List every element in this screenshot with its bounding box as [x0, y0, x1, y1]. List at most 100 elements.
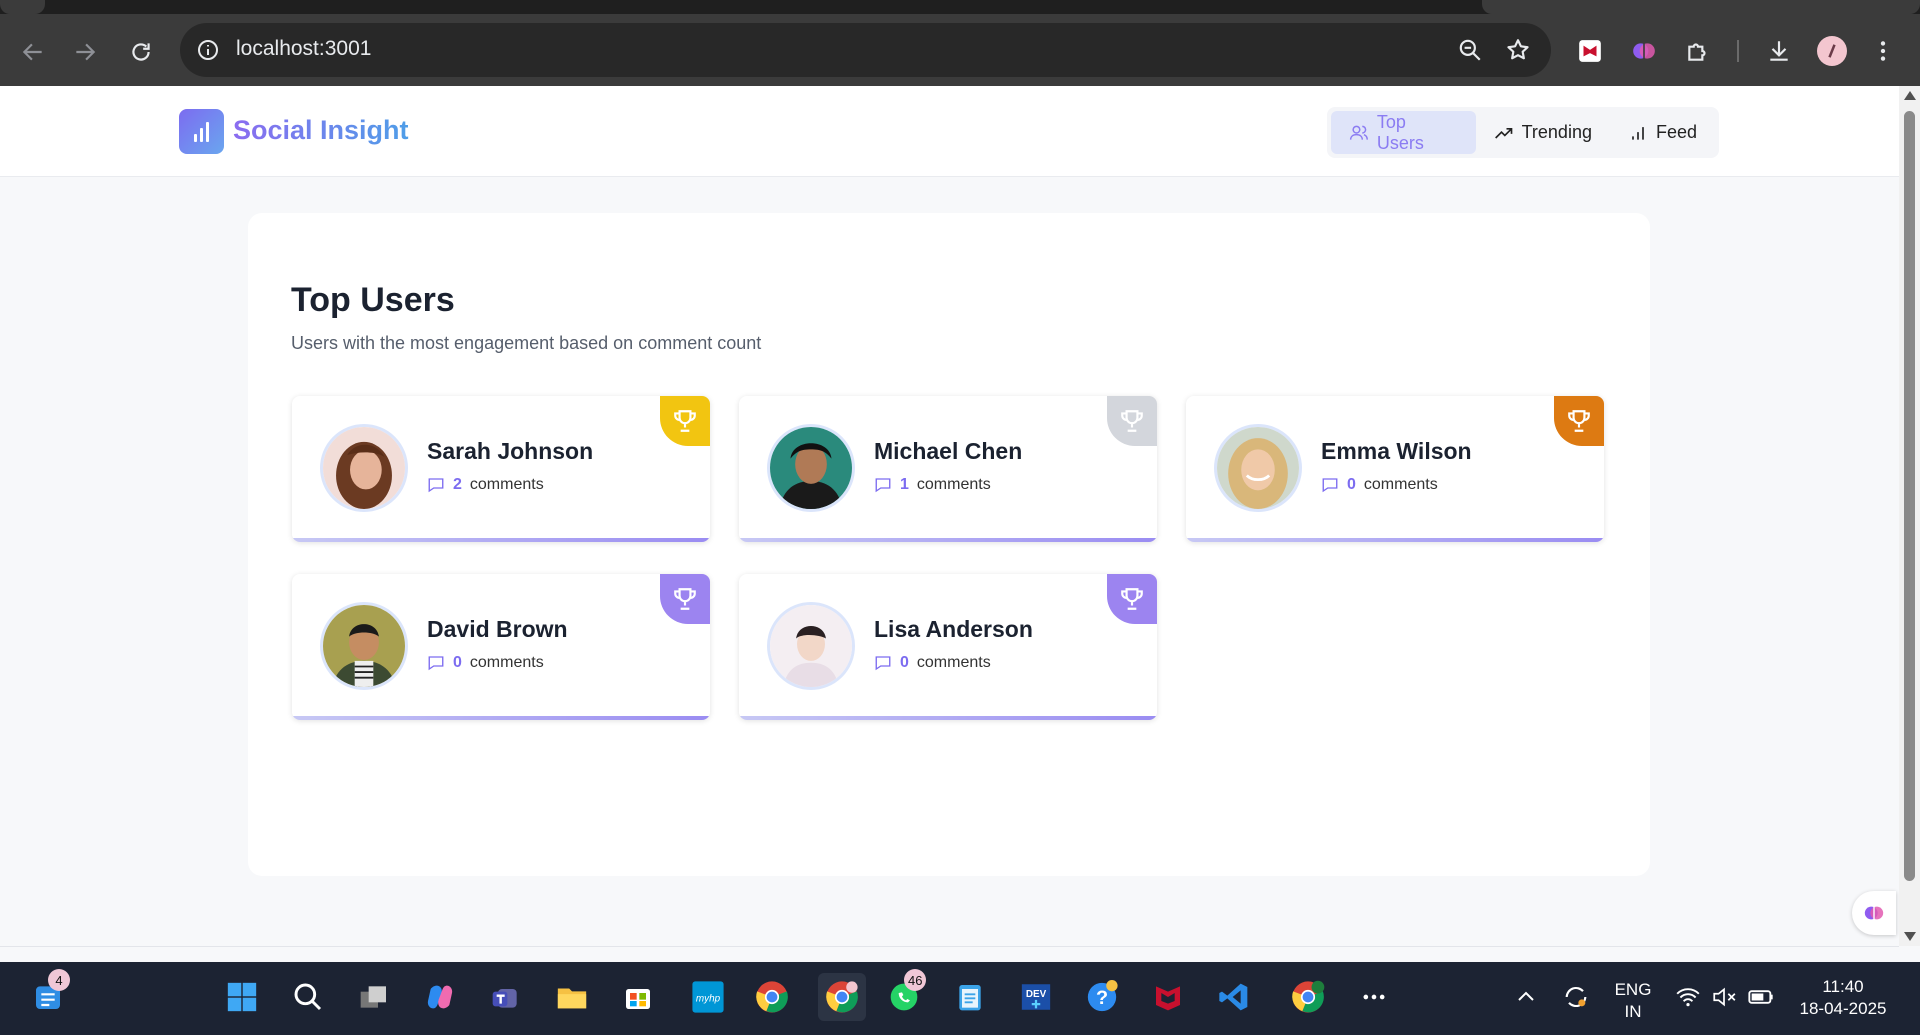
start-windows-icon[interactable] — [222, 977, 262, 1017]
trophy-icon — [1107, 574, 1157, 624]
microsoft-store-icon[interactable] — [618, 977, 658, 1017]
chevron-up-icon[interactable] — [1506, 977, 1546, 1017]
language-indicator[interactable]: ENG IN — [1605, 979, 1661, 1023]
comment-count-value: 1 — [900, 476, 909, 493]
chrome-profile-r-icon[interactable] — [1288, 977, 1328, 1017]
card-accent-bar — [739, 538, 1157, 542]
avatar — [767, 602, 855, 690]
whatsapp-icon[interactable]: 46 — [884, 969, 927, 1017]
avatar — [320, 602, 408, 690]
svg-text:DEV: DEV — [1026, 989, 1047, 1000]
clock-date: 18-04-2025 — [1799, 999, 1887, 1018]
extensions-puzzle-icon[interactable] — [1681, 34, 1715, 68]
scrollbar-thumb[interactable] — [1904, 111, 1915, 881]
page-bottom-strip — [0, 946, 1899, 962]
svg-text:?: ? — [1096, 987, 1108, 1009]
nav-feed[interactable]: Feed — [1610, 111, 1715, 154]
comment-icon — [428, 478, 444, 493]
address-bar[interactable]: localhost:3001 — [180, 23, 1551, 77]
brand-title[interactable]: Social Insight — [233, 115, 409, 146]
browser-tab[interactable] — [0, 0, 45, 14]
nav-trending[interactable]: Trending — [1476, 111, 1610, 154]
clock[interactable]: 11:40 18-04-2025 — [1788, 976, 1898, 1020]
back-button[interactable] — [17, 36, 49, 68]
teams-icon[interactable] — [486, 977, 526, 1017]
vscode-icon[interactable] — [1214, 977, 1254, 1017]
user-name: David Brown — [427, 616, 568, 642]
user-name: Michael Chen — [874, 438, 1023, 464]
browser-menu-icon[interactable] — [1866, 34, 1900, 68]
nav-trending-label: Trending — [1521, 122, 1592, 142]
task-view-icon[interactable] — [354, 977, 394, 1017]
comment-icon — [875, 478, 891, 493]
floating-brain-icon[interactable] — [1852, 891, 1896, 935]
wifi-icon[interactable] — [1668, 977, 1708, 1017]
user-card[interactable]: Lisa Anderson 0 comments — [739, 574, 1157, 720]
windows-taskbar: 4 myhp 46 DEV ? ENG IN 11:40 18-04-2025 — [0, 946, 1920, 1035]
comment-count-unit: comments — [916, 654, 991, 671]
top-users-panel: Top Users Users with the most engagement… — [248, 213, 1650, 876]
page-title: Top Users — [291, 281, 455, 319]
widgets-badge: 4 — [48, 969, 70, 991]
myhp-icon[interactable]: myhp — [688, 977, 728, 1017]
battery-icon[interactable] — [1741, 977, 1781, 1017]
widgets-icon[interactable]: 4 — [28, 969, 70, 1017]
bar-chart-icon — [1632, 126, 1644, 140]
user-card[interactable]: David Brown 0 comments — [292, 574, 710, 720]
mcafee-extension-icon[interactable] — [1573, 34, 1607, 68]
dev-home-icon[interactable]: DEV — [1016, 977, 1056, 1017]
trending-up-icon — [1494, 127, 1512, 139]
language-line2: IN — [1624, 1002, 1642, 1021]
bookmark-star-icon[interactable] — [1505, 37, 1531, 63]
volume-muted-icon[interactable] — [1704, 977, 1744, 1017]
comment-count-unit: comments — [916, 476, 991, 493]
user-card[interactable]: Emma Wilson 0 comments — [1186, 396, 1604, 542]
url-text[interactable]: localhost:3001 — [236, 37, 371, 61]
logo-chart-icon[interactable] — [179, 109, 224, 154]
trophy-icon — [660, 396, 710, 446]
toolbar-divider — [1737, 40, 1739, 62]
comment-count: 2 comments — [427, 476, 544, 494]
comment-count: 0 comments — [1321, 476, 1438, 494]
clock-time: 11:40 — [1822, 977, 1864, 996]
copilot-icon[interactable] — [420, 977, 460, 1017]
file-explorer-icon[interactable] — [552, 977, 592, 1017]
chrome-icon[interactable] — [752, 977, 792, 1017]
comment-count: 1 comments — [874, 476, 991, 494]
page-scrollbar[interactable] — [1899, 86, 1920, 946]
reload-button[interactable] — [125, 36, 157, 68]
card-accent-bar — [1186, 538, 1604, 542]
search-icon[interactable] — [288, 977, 328, 1017]
downloads-icon[interactable] — [1762, 34, 1796, 68]
comment-count-value: 0 — [453, 654, 462, 671]
page-viewport: Social Insight Top Users Trending Feed T… — [0, 86, 1899, 946]
brain-extension-icon[interactable] — [1627, 34, 1661, 68]
browser-tab-area[interactable] — [1482, 0, 1920, 14]
nav-top-users-label: Top Users — [1376, 111, 1424, 153]
back-arrow-icon — [22, 43, 42, 61]
card-accent-bar — [739, 716, 1157, 720]
comment-count-value: 0 — [900, 654, 909, 671]
nav-feed-label: Feed — [1655, 122, 1697, 142]
user-card[interactable]: Michael Chen 1 comments — [739, 396, 1157, 542]
language-line1: ENG — [1614, 980, 1652, 999]
sync-icon[interactable] — [1556, 977, 1596, 1017]
whatsapp-badge: 46 — [904, 969, 927, 991]
comment-count-unit: comments — [469, 654, 544, 671]
user-name: Emma Wilson — [1321, 438, 1472, 464]
notepad-icon[interactable] — [950, 977, 990, 1017]
chrome-profile-icon-active[interactable] — [818, 973, 866, 1021]
comment-icon — [428, 656, 444, 671]
nav-top-users[interactable]: Top Users — [1331, 111, 1476, 154]
user-card[interactable]: Sarah Johnson 2 comments — [292, 396, 710, 542]
site-info-icon[interactable] — [196, 38, 220, 62]
forward-button[interactable] — [69, 36, 101, 68]
profile-avatar[interactable] — [1815, 34, 1849, 68]
scroll-up-arrow-icon[interactable] — [1904, 91, 1916, 100]
card-accent-bar — [292, 716, 710, 720]
scroll-down-arrow-icon[interactable] — [1904, 932, 1916, 941]
mcafee-icon[interactable] — [1148, 977, 1188, 1017]
help-icon[interactable]: ? — [1082, 977, 1122, 1017]
zoom-icon[interactable] — [1457, 37, 1483, 63]
more-apps-icon[interactable] — [1354, 977, 1394, 1017]
